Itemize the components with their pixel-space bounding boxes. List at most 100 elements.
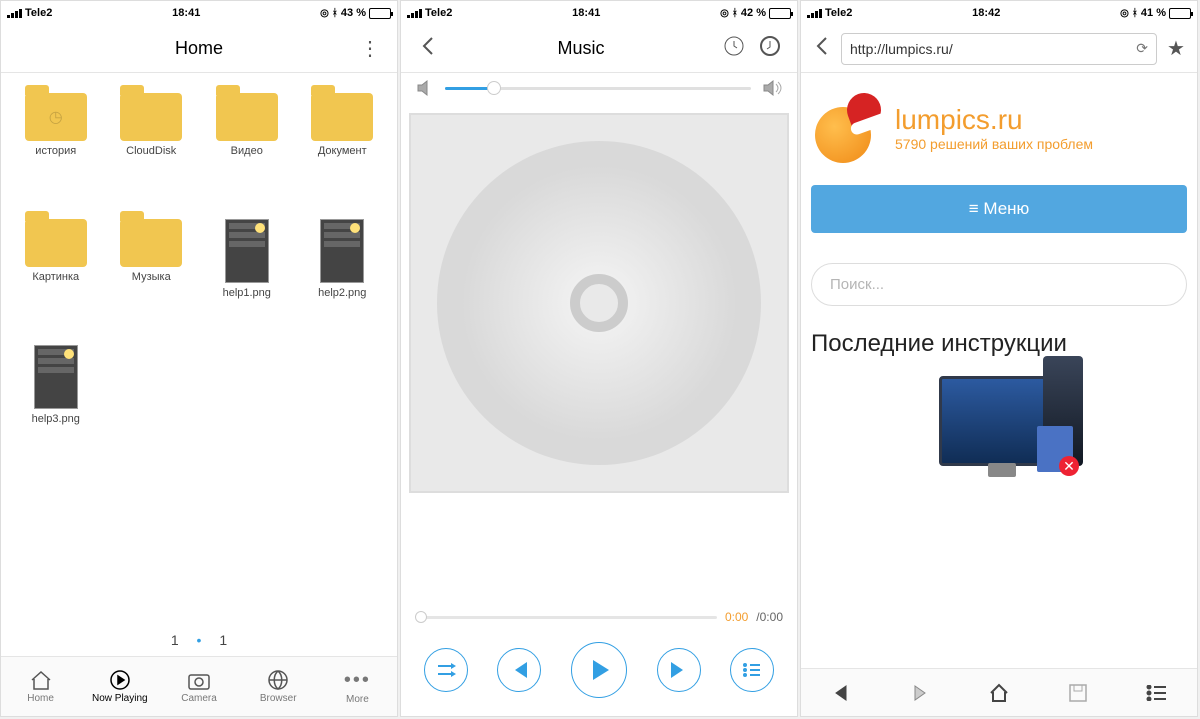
floppy-icon	[1068, 683, 1088, 703]
page-total: 1	[219, 632, 227, 648]
nav-forward-button[interactable]	[906, 679, 934, 707]
back-button[interactable]	[807, 36, 837, 62]
player-controls	[401, 628, 797, 716]
volume-slider[interactable]	[445, 87, 751, 90]
bluetooth-icon: ᚼ	[732, 8, 738, 19]
skip-next-icon	[669, 662, 689, 678]
folder-music[interactable]: Музыка	[107, 219, 197, 339]
nav-back-button[interactable]	[827, 679, 855, 707]
status-bar: Tele2 18:41 ◎ ᚼ 43 %	[1, 1, 397, 25]
pager: 1 • 1	[1, 624, 397, 656]
page-title: Home	[43, 38, 355, 59]
globe-icon	[266, 669, 290, 691]
shuffle-button[interactable]	[424, 648, 468, 692]
tab-now-playing[interactable]: Now Playing	[80, 657, 159, 716]
triangle-left-icon	[832, 684, 850, 702]
bluetooth-icon: ᚼ	[1132, 8, 1138, 19]
carrier-label: Tele2	[825, 7, 852, 19]
play-circle-icon	[108, 669, 132, 691]
battery-icon	[1169, 8, 1191, 19]
battery-pct: 41 %	[1141, 7, 1166, 19]
tab-home[interactable]: Home	[1, 657, 80, 716]
clock-label: 18:42	[972, 7, 1000, 19]
header: Music	[401, 25, 797, 73]
tab-camera[interactable]: Camera	[159, 657, 238, 716]
refresh-songs-button[interactable]	[755, 35, 785, 63]
error-icon: ✕	[1059, 456, 1079, 476]
more-menu-button[interactable]: ⋮	[355, 36, 385, 61]
status-bar: Tele2 18:41 ◎ ᚼ 42 %	[401, 1, 797, 25]
bookmark-button[interactable]: ★	[1161, 36, 1191, 61]
battery-pct: 42 %	[741, 7, 766, 19]
file-grid: ◷ история CloudDisk Видео Документ Карти…	[1, 73, 397, 624]
file-help2[interactable]: help2.png	[298, 219, 388, 339]
tab-more[interactable]: ••• More	[318, 657, 397, 716]
file-help1[interactable]: help1.png	[202, 219, 292, 339]
reload-icon[interactable]: ⟳	[1128, 40, 1148, 57]
url-field[interactable]: http://lumpics.ru/ ⟳	[841, 33, 1157, 65]
alarm-icon: ◎	[320, 8, 329, 19]
star-icon: ★	[1167, 38, 1185, 60]
skip-prev-icon	[509, 662, 529, 678]
bluetooth-icon: ᚼ	[332, 8, 338, 19]
browser-bottom-bar	[801, 668, 1197, 716]
volume-low-icon	[415, 79, 435, 97]
status-bar: Tele2 18:42 ◎ ᚼ 41 %	[801, 1, 1197, 25]
folder-clouddisk[interactable]: CloudDisk	[107, 93, 197, 213]
battery-icon	[369, 8, 391, 19]
next-button[interactable]	[657, 648, 701, 692]
refresh-note-icon	[759, 35, 781, 57]
brand-name: lumpics.ru	[895, 104, 1093, 136]
home-icon	[29, 669, 53, 691]
carrier-label: Tele2	[425, 7, 452, 19]
page-title: Music	[443, 38, 719, 59]
time-current: 0:00	[725, 610, 748, 624]
volume-high-icon	[761, 79, 783, 97]
play-icon	[593, 660, 609, 680]
ellipsis-icon: •••	[344, 669, 371, 692]
battery-pct: 43 %	[341, 7, 366, 19]
play-button[interactable]	[571, 642, 627, 698]
file-help3[interactable]: help3.png	[11, 345, 101, 465]
clock-icon	[723, 35, 745, 57]
tab-bar: Home Now Playing Camera Browser ••• More	[1, 656, 397, 716]
brand-tagline: 5790 решений ваших проблем	[895, 136, 1093, 152]
tab-browser[interactable]: Browser	[239, 657, 318, 716]
screen-browser: Tele2 18:42 ◎ ᚼ 41 % http://lumpics.ru/ …	[800, 0, 1198, 717]
carrier-label: Tele2	[25, 7, 52, 19]
page-content: lumpics.ru 5790 решений ваших проблем ≡ …	[801, 73, 1197, 668]
search-input[interactable]: Поиск...	[811, 263, 1187, 306]
clock-label: 18:41	[572, 7, 600, 19]
folder-history[interactable]: ◷ история	[11, 93, 101, 213]
chevron-left-icon	[814, 36, 830, 56]
folder-picture[interactable]: Картинка	[11, 219, 101, 339]
hamburger-icon: ≡	[969, 199, 984, 218]
prev-button[interactable]	[497, 648, 541, 692]
signal-icon	[407, 9, 422, 18]
clock-icon: ◷	[49, 107, 63, 127]
progress-row: 0:00/0:00	[401, 606, 797, 628]
screen-home: Tele2 18:41 ◎ ᚼ 43 % Home ⋮ ◷ история Cl…	[0, 0, 398, 717]
back-button[interactable]	[413, 36, 443, 62]
save-button[interactable]	[1064, 679, 1092, 707]
page-current: 1	[171, 632, 179, 648]
time-duration: /0:00	[756, 610, 783, 624]
folder-video[interactable]: Видео	[202, 93, 292, 213]
signal-icon	[7, 9, 22, 18]
alarm-icon: ◎	[1120, 8, 1129, 19]
screen-music: Tele2 18:41 ◎ ᚼ 42 % Music	[400, 0, 798, 717]
history-button[interactable]	[719, 35, 749, 63]
menu-button[interactable]: ≡ Меню	[811, 185, 1187, 233]
menu-list-button[interactable]	[1143, 679, 1171, 707]
album-art	[409, 113, 789, 493]
shuffle-icon	[436, 663, 456, 677]
nav-home-button[interactable]	[985, 679, 1013, 707]
playlist-button[interactable]	[730, 648, 774, 692]
album-art-frame	[401, 103, 797, 503]
chevron-left-icon	[420, 36, 436, 56]
triangle-right-icon	[911, 684, 929, 702]
browser-toolbar: http://lumpics.ru/ ⟳ ★	[801, 25, 1197, 73]
progress-slider[interactable]	[415, 616, 717, 619]
volume-row	[401, 73, 797, 103]
folder-document[interactable]: Документ	[298, 93, 388, 213]
